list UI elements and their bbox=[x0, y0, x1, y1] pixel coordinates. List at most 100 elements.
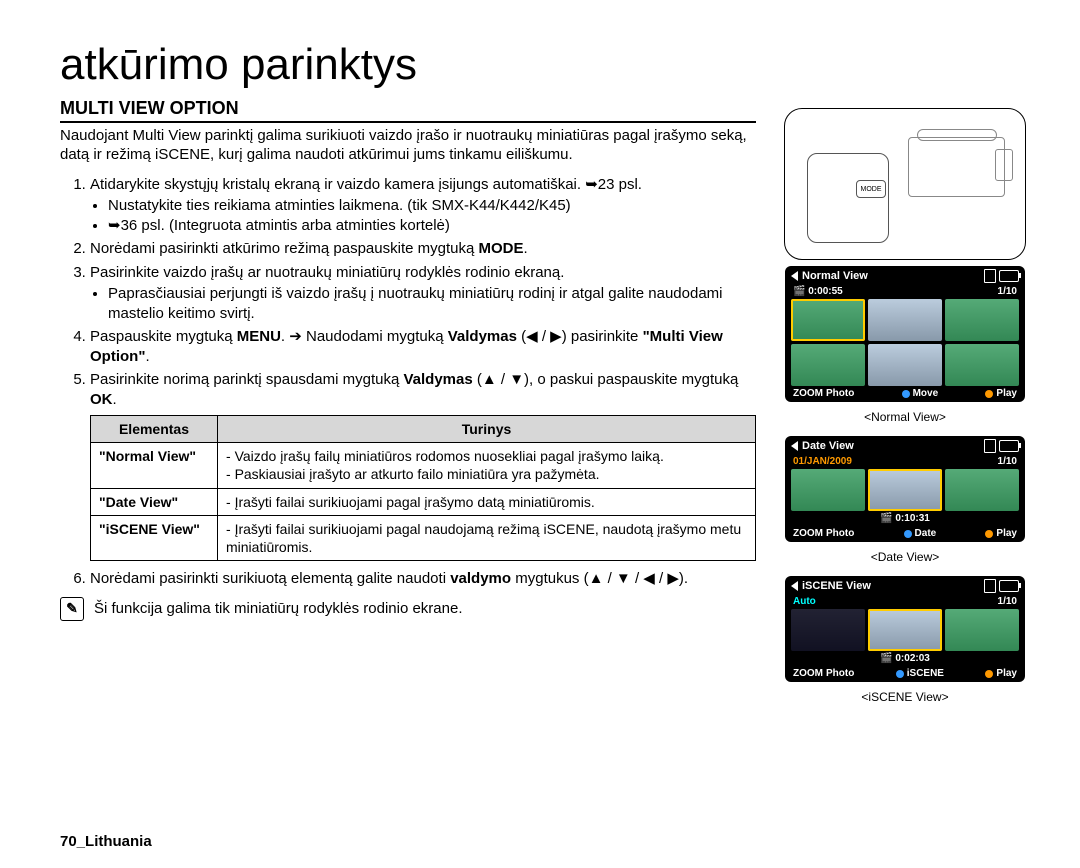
lcd-date-view: Date View 01/JAN/2009 1/10 🎬 0:10:31 ZOO… bbox=[785, 436, 1025, 542]
back-icon bbox=[791, 441, 798, 451]
step-1-bullet-b-text: 36 psl. (Integruota atmintis arba atmint… bbox=[121, 217, 450, 234]
lcd-caption: <iSCENE View> bbox=[861, 690, 948, 704]
section-heading: MULTI VIEW OPTION bbox=[60, 98, 756, 123]
page-title: atkūrimo parinktys bbox=[60, 40, 1030, 90]
step-3: Pasirinkite vaizdo įrašų ar nuotraukų mi… bbox=[90, 263, 756, 324]
row-line: Įrašyti failai surikiuojami pagal naudoj… bbox=[226, 521, 741, 555]
valdymas-bold: Valdymas bbox=[403, 371, 472, 388]
mode-button: MODE bbox=[856, 180, 886, 198]
step-text-a: Norėdami pasirinkti surikiuotą elementą … bbox=[90, 570, 450, 587]
text-column: MULTI VIEW OPTION Naudojant Multi View p… bbox=[60, 98, 756, 710]
page-ref: 23 psl. bbox=[598, 176, 642, 193]
note-row: ✎ Ši funkcija galima tik miniatiūrų rody… bbox=[60, 597, 756, 621]
step-4: Paspauskite mygtuką MENU. ➔ Naudodami my… bbox=[90, 327, 756, 366]
lcd-date: 01/JAN/2009 bbox=[793, 456, 852, 467]
lcd-time-top: 0:00:55 bbox=[808, 286, 842, 297]
valdymas-bold: Valdymas bbox=[448, 328, 517, 345]
footer-date: Date bbox=[915, 528, 937, 539]
instruction-list: Atidarykite skystųjų kristalų ekraną ir … bbox=[60, 175, 756, 589]
thumbnail bbox=[945, 299, 1019, 341]
back-icon bbox=[791, 271, 798, 281]
row-line: Paskiausiai įrašyto ar atkurto failo min… bbox=[235, 466, 600, 482]
ok-icon bbox=[985, 530, 993, 538]
lcd-iscene-view: iSCENE View Auto 1/10 🎬 0:02:03 ZOOM Pho… bbox=[785, 576, 1025, 682]
dpad-icon bbox=[902, 390, 910, 398]
thumbnail bbox=[868, 609, 942, 651]
footer-photo: Photo bbox=[826, 528, 854, 539]
thumbnail bbox=[791, 299, 865, 341]
step-3-bullet: Paprasčiausiai perjungti iš vaizdo įrašų… bbox=[108, 284, 756, 323]
step-text-c: . bbox=[113, 391, 117, 408]
camcorder-illustration: MODE bbox=[784, 108, 1026, 260]
footer-photo: Photo bbox=[826, 388, 854, 399]
thumbnail bbox=[868, 469, 942, 511]
page-ref-arrow-icon: ➥ bbox=[585, 175, 598, 195]
dpad-icon bbox=[904, 530, 912, 538]
thumbnail bbox=[945, 609, 1019, 651]
table-row: "iSCENE View" - Įrašyti failai surikiuoj… bbox=[91, 515, 756, 560]
note-glyph: ✎ bbox=[66, 600, 78, 617]
lcd-time: 🎬 0:10:31 bbox=[785, 511, 1025, 526]
lcd-title-text: Normal View bbox=[802, 270, 868, 282]
card-icon bbox=[984, 269, 996, 283]
footer-play: Play bbox=[996, 388, 1017, 399]
thumb-grid bbox=[785, 469, 1025, 511]
note-icon: ✎ bbox=[60, 597, 84, 621]
step-text: Pasirinkite vaizdo įrašų ar nuotraukų mi… bbox=[90, 264, 564, 281]
lcd-footer: ZOOM Photo iSCENE Play bbox=[785, 666, 1025, 679]
lcd-subhead: Auto 1/10 bbox=[785, 596, 1025, 609]
thumbnail bbox=[791, 344, 865, 386]
step-text-b: (▲ / ▼), o paskui paspauskite mygtuką bbox=[473, 371, 739, 388]
row-desc: - Įrašyti failai surikiuojami pagal įraš… bbox=[218, 488, 756, 515]
step-text: Atidarykite skystųjų kristalų ekraną ir … bbox=[90, 176, 585, 193]
camcorder-body bbox=[908, 137, 1005, 197]
step-text-a: Paspauskite mygtuką bbox=[90, 328, 237, 345]
lcd-count: 1/10 bbox=[998, 456, 1017, 467]
footer-iscene: iSCENE bbox=[907, 668, 944, 679]
illustration-column: MODE Normal View 🎬 0:00:55 1/10 bbox=[780, 98, 1030, 710]
lcd-caption: <Date View> bbox=[871, 550, 940, 564]
lcd-time-val: 0:10:31 bbox=[895, 513, 929, 524]
row-line: Vaizdo įrašų failų miniatiūros rodomos n… bbox=[235, 448, 664, 464]
ok-icon bbox=[985, 390, 993, 398]
row-key: "Normal View" bbox=[91, 443, 218, 488]
lcd-header: Date View bbox=[785, 436, 1025, 456]
footer-move: Move bbox=[913, 388, 939, 399]
lcd-normal-view: Normal View 🎬 0:00:55 1/10 ZOOM Photo bbox=[785, 266, 1025, 402]
step-text-b: mygtukus (▲ / ▼ / ◀ / ▶). bbox=[511, 570, 688, 587]
manual-page: atkūrimo parinktys MULTI VIEW OPTION Nau… bbox=[0, 0, 1080, 868]
card-icon bbox=[984, 579, 996, 593]
step-text-d: . bbox=[145, 348, 149, 365]
two-column-layout: MULTI VIEW OPTION Naudojant Multi View p… bbox=[60, 98, 1030, 710]
thumbnail bbox=[791, 609, 865, 651]
zoom-label: ZOOM bbox=[793, 668, 823, 679]
lcd-count: 1/10 bbox=[998, 596, 1017, 607]
intro-paragraph: Naudojant Multi View parinktį galima sur… bbox=[60, 127, 756, 165]
lcd-header: Normal View bbox=[785, 266, 1025, 286]
back-icon bbox=[791, 581, 798, 591]
row-desc: - Vaizdo įrašų failų miniatiūros rodomos… bbox=[218, 443, 756, 488]
lcd-subhead: 🎬 0:00:55 1/10 bbox=[785, 286, 1025, 299]
step-text: Norėdami pasirinkti atkūrimo režimą pasp… bbox=[90, 240, 478, 257]
thumbnail bbox=[945, 344, 1019, 386]
ok-bold: OK bbox=[90, 391, 113, 408]
step-1-bullet-b: ➥36 psl. (Integruota atmintis arba atmin… bbox=[108, 216, 756, 236]
footer-play: Play bbox=[996, 668, 1017, 679]
ok-icon bbox=[985, 670, 993, 678]
lcd-footer: ZOOM Photo Date Play bbox=[785, 526, 1025, 539]
footer-play: Play bbox=[996, 528, 1017, 539]
lcd-count: 1/10 bbox=[998, 286, 1017, 297]
camcorder-lens bbox=[995, 149, 1013, 181]
thumbnail bbox=[868, 344, 942, 386]
table-row: "Normal View" - Vaizdo įrašų failų minia… bbox=[91, 443, 756, 488]
lcd-time-val: 0:02:03 bbox=[895, 653, 929, 664]
lcd-title-text: Date View bbox=[802, 440, 854, 452]
lcd-subhead: 01/JAN/2009 1/10 bbox=[785, 456, 1025, 469]
valdymo-bold: valdymo bbox=[450, 570, 511, 587]
page-footer: 70_Lithuania bbox=[60, 833, 152, 850]
menu-bold: MENU bbox=[237, 328, 281, 345]
step-text-b: . ➔ Naudodami mygtuką bbox=[281, 328, 448, 345]
options-table: Elementas Turinys "Normal View" - Vaizdo… bbox=[90, 415, 756, 561]
dpad-icon bbox=[896, 670, 904, 678]
step-1: Atidarykite skystųjų kristalų ekraną ir … bbox=[90, 175, 756, 236]
